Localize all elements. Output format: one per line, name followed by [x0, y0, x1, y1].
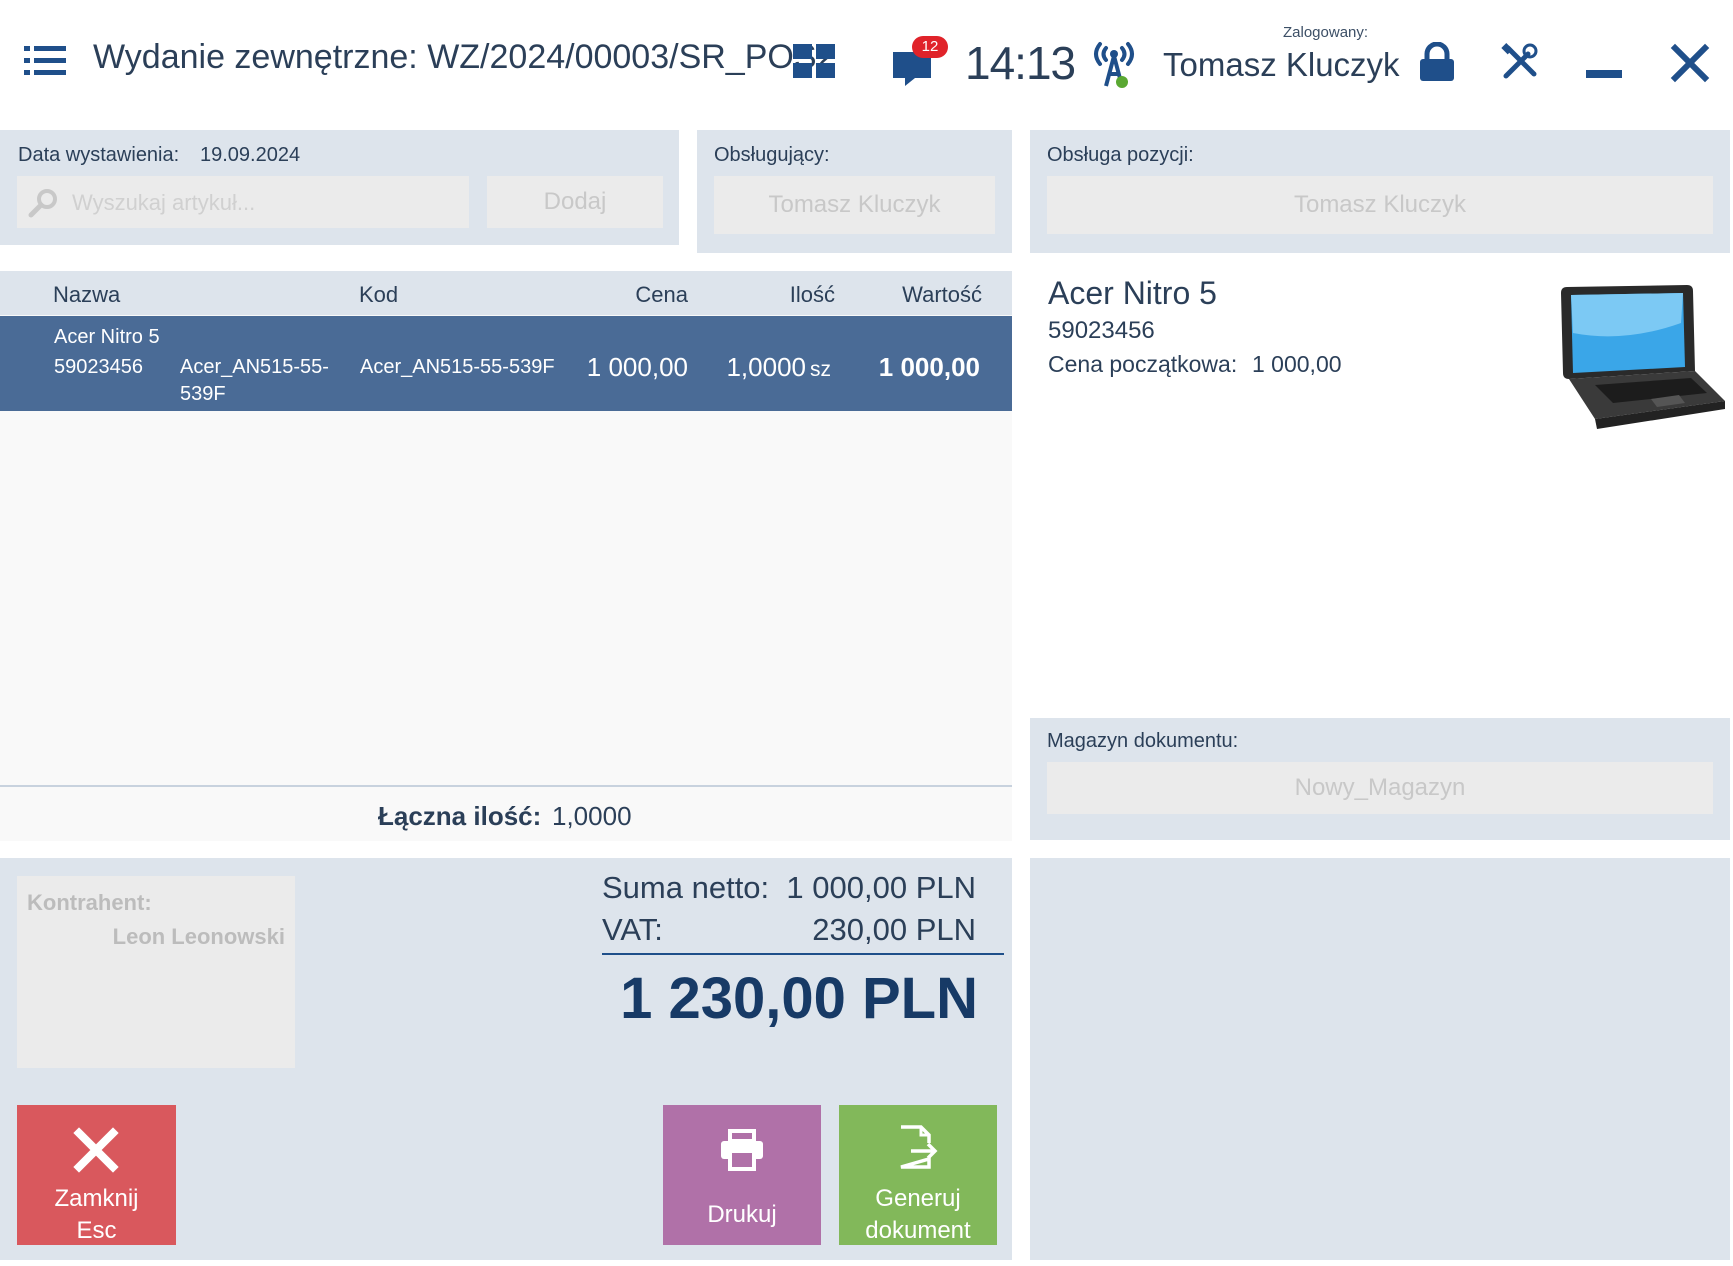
total-quantity-value: 1,0000: [552, 801, 632, 831]
tiles-view-icon[interactable]: [793, 44, 835, 78]
column-code[interactable]: Kod: [359, 282, 398, 308]
gross-total: 1 230,00 PLN: [620, 966, 978, 1031]
close-button-label: Zamknij: [54, 1185, 139, 1212]
search-icon: [28, 189, 57, 218]
connection-signal-icon[interactable]: [1090, 38, 1138, 90]
details-item-name: Acer Nitro 5: [1048, 275, 1217, 311]
close-document-button[interactable]: Zamknij Esc: [17, 1105, 176, 1245]
print-button-label: Drukuj: [707, 1201, 777, 1228]
row-item-value: 1 000,00: [878, 352, 980, 382]
product-image: [1555, 283, 1727, 436]
search-placeholder: Wyszukaj artykuł...: [72, 190, 256, 215]
row-item-unit: sz: [810, 358, 831, 381]
document-title: Wydanie zewnętrzne: WZ/2024/00003/SR_POS…: [93, 38, 836, 76]
issue-date-value: 19.09.2024: [200, 144, 301, 166]
generate-button-label-2: dokument: [865, 1217, 971, 1244]
row-item-model: Acer_AN515-55-: [180, 356, 329, 378]
contractor-box[interactable]: Kontrahent: Leon Leonowski: [17, 876, 295, 1068]
generate-button-label: Generuj: [875, 1185, 961, 1212]
row-item-ean: 59023456: [54, 356, 143, 378]
notification-badge: 12: [912, 36, 948, 58]
total-quantity-bar: Łączna ilość: 1,0000: [0, 785, 1012, 841]
settings-tools-icon[interactable]: [1500, 42, 1540, 82]
column-value[interactable]: Wartość: [860, 282, 982, 308]
contractor-name: Leon Leonowski: [112, 924, 285, 949]
vat-label: VAT:: [602, 912, 663, 947]
details-initial-price-value: 1 000,00: [1252, 351, 1342, 377]
row-item-model-cont: 539F: [180, 383, 226, 405]
contractor-label: Kontrahent:: [27, 890, 152, 915]
close-icon: [73, 1127, 119, 1173]
search-panel: Data wystawienia: 19.09.2024 Wyszukaj ar…: [0, 130, 679, 245]
issue-date-label: Data wystawienia:: [18, 144, 180, 166]
net-sum-value: 1 000,00 PLN: [786, 870, 976, 905]
document-export-icon: [900, 1125, 938, 1169]
table-header: Nazwa Kod Cena Ilość Wartość: [0, 271, 1012, 315]
column-name[interactable]: Nazwa: [53, 282, 120, 308]
close-window-icon[interactable]: [1670, 43, 1710, 83]
row-item-code: Acer_AN515-55-539F: [360, 356, 555, 378]
column-price[interactable]: Cena: [560, 282, 688, 308]
row-item-quantity: 1,0000: [726, 352, 806, 382]
print-button[interactable]: Drukuj: [663, 1105, 821, 1245]
vat-value: 230,00 PLN: [812, 912, 976, 947]
lock-icon[interactable]: [1418, 41, 1456, 82]
handler-field[interactable]: Tomasz Kluczyk: [714, 176, 995, 234]
minimize-icon[interactable]: [1586, 70, 1622, 78]
menu-icon[interactable]: [24, 44, 66, 78]
table-row[interactable]: Acer Nitro 5 59023456 Acer_AN515-55- 539…: [0, 316, 1012, 411]
logged-user-name: Tomasz Kluczyk: [1163, 46, 1400, 83]
row-item-price: 1 000,00: [586, 352, 688, 382]
top-bar: Wydanie zewnętrzne: WZ/2024/00003/SR_POS…: [0, 0, 1733, 120]
item-details-panel: Acer Nitro 5 59023456 Cena początkowa: 1…: [1030, 271, 1730, 716]
warehouse-label: Magazyn dokumentu:: [1047, 730, 1239, 752]
logged-in-label: Zalogowany:: [1283, 24, 1369, 41]
article-search-field[interactable]: Wyszukaj artykuł...: [17, 176, 469, 228]
position-handler-label: Obsługa pozycji:: [1047, 144, 1194, 166]
row-item-name: Acer Nitro 5: [54, 326, 160, 348]
details-item-ean: 59023456: [1048, 317, 1155, 344]
printer-icon: [721, 1129, 763, 1171]
add-button[interactable]: Dodaj: [487, 176, 663, 228]
column-quantity[interactable]: Ilość: [740, 282, 835, 308]
generate-document-button[interactable]: Generuj dokument: [839, 1105, 997, 1245]
handler-panel: Obsługujący: Tomasz Kluczyk: [697, 130, 1012, 253]
close-button-shortcut: Esc: [76, 1217, 117, 1244]
warehouse-field[interactable]: Nowy_Magazyn: [1047, 762, 1713, 814]
net-sum-label: Suma netto:: [602, 870, 770, 905]
position-handler-panel: Obsługa pozycji: Tomasz Kluczyk: [1030, 130, 1730, 253]
clock: 14:13: [965, 37, 1076, 89]
details-initial-price-label: Cena początkowa:: [1048, 351, 1238, 377]
handler-label: Obsługujący:: [714, 144, 830, 166]
totals-divider: [602, 953, 1004, 955]
total-quantity-label: Łączna ilość:: [378, 801, 542, 831]
right-bottom-panel: [1030, 858, 1730, 1260]
warehouse-panel: Magazyn dokumentu: Nowy_Magazyn: [1030, 718, 1730, 840]
position-handler-field[interactable]: Tomasz Kluczyk: [1047, 176, 1713, 234]
